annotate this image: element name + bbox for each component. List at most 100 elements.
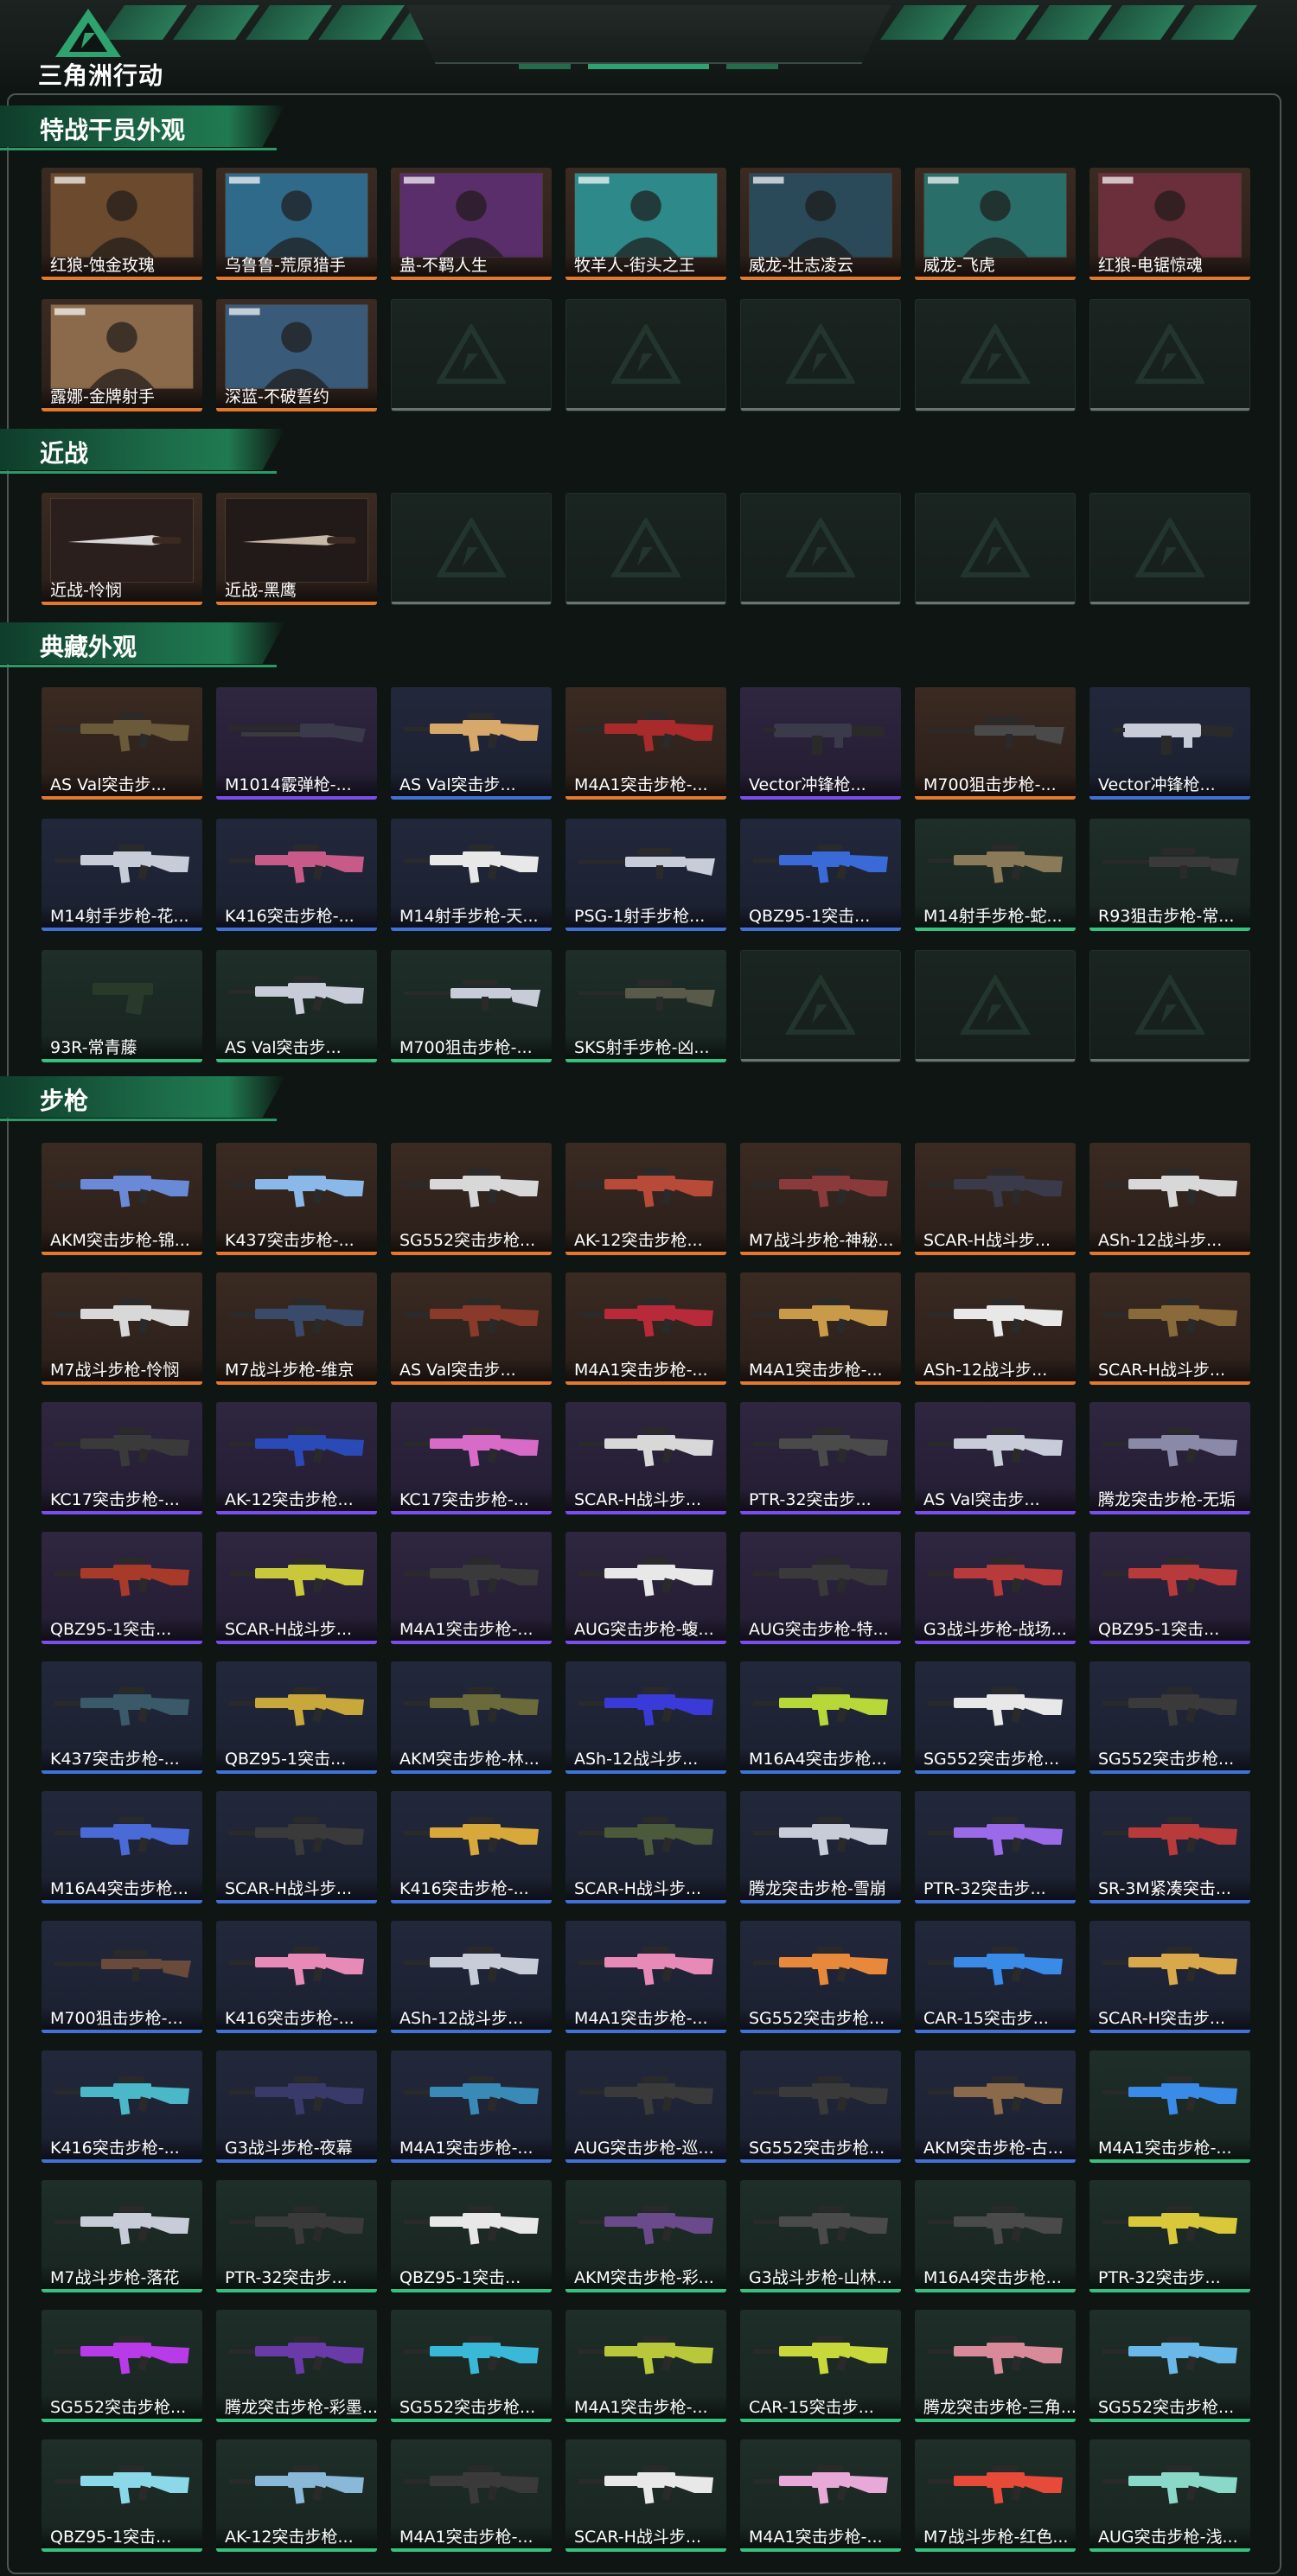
item-card[interactable]: M14射手步枪-花... bbox=[42, 819, 202, 931]
item-card[interactable]: CAR-15突击步... bbox=[915, 1921, 1076, 2033]
item-card[interactable]: 乌鲁鲁-荒原猎手 bbox=[216, 168, 377, 280]
item-card[interactable]: AKM突击步枪-锦... bbox=[42, 1143, 202, 1255]
item-card[interactable]: 深蓝-不破誓约 bbox=[216, 299, 377, 411]
item-card[interactable]: M16A4突击步枪... bbox=[740, 1661, 901, 1774]
item-card[interactable]: KC17突击步枪-... bbox=[42, 1402, 202, 1514]
item-card[interactable]: SG552突击步枪... bbox=[1089, 2310, 1250, 2422]
item-card[interactable]: M4A1突击步枪-... bbox=[391, 1532, 552, 1644]
item-card[interactable]: M4A1突击步枪-... bbox=[391, 2439, 552, 2552]
item-card[interactable]: M700狙击步枪-... bbox=[42, 1921, 202, 2033]
item-card[interactable]: M7战斗步枪-维京 bbox=[216, 1272, 377, 1385]
item-card[interactable]: 蛊-不羁人生 bbox=[391, 168, 552, 280]
item-card[interactable]: SCAR-H战斗步... bbox=[216, 1532, 377, 1644]
item-card[interactable]: AKM突击步枪-彩... bbox=[565, 2180, 726, 2292]
item-card[interactable]: QBZ95-1突击... bbox=[42, 2439, 202, 2552]
item-card[interactable]: AS Val突击步... bbox=[391, 1272, 552, 1385]
item-card[interactable]: 近战-怜悯 bbox=[42, 493, 202, 605]
item-card[interactable]: M4A1突击步枪-... bbox=[1089, 2050, 1250, 2163]
item-card[interactable]: QBZ95-1突击... bbox=[216, 1661, 377, 1774]
item-card[interactable]: 威龙-飞虎 bbox=[915, 168, 1076, 280]
item-card[interactable]: R93狙击步枪-常... bbox=[1089, 819, 1250, 931]
item-card[interactable]: QBZ95-1突击... bbox=[42, 1532, 202, 1644]
item-card[interactable]: M4A1突击步枪-... bbox=[565, 687, 726, 800]
item-card[interactable]: M700狙击步枪-... bbox=[391, 950, 552, 1062]
item-card[interactable]: M1014霰弹枪-... bbox=[216, 687, 377, 800]
item-card[interactable]: SG552突击步枪... bbox=[391, 1143, 552, 1255]
item-card[interactable]: M4A1突击步枪-... bbox=[740, 2439, 901, 2552]
item-card[interactable]: AS Val突击步... bbox=[42, 687, 202, 800]
item-card[interactable]: M7战斗步枪-落花 bbox=[42, 2180, 202, 2292]
item-card[interactable]: ASh-12战斗步... bbox=[1089, 1143, 1250, 1255]
item-card[interactable]: M4A1突击步枪-... bbox=[565, 1921, 726, 2033]
item-card[interactable]: Vector冲锋枪... bbox=[740, 687, 901, 800]
item-card[interactable]: ASh-12战斗步... bbox=[565, 1661, 726, 1774]
item-card[interactable]: 腾龙突击步枪-彩墨... bbox=[216, 2310, 377, 2422]
item-card[interactable]: PTR-32突击步... bbox=[740, 1402, 901, 1514]
item-card[interactable]: SCAR-H战斗步... bbox=[565, 2439, 726, 2552]
item-card[interactable]: ASh-12战斗步... bbox=[391, 1921, 552, 2033]
item-card[interactable]: K437突击步枪-... bbox=[216, 1143, 377, 1255]
item-card[interactable]: M700狙击步枪-... bbox=[915, 687, 1076, 800]
item-card[interactable]: K416突击步枪-... bbox=[216, 819, 377, 931]
item-card[interactable]: SCAR-H战斗步... bbox=[216, 1791, 377, 1903]
item-card[interactable]: QBZ95-1突击... bbox=[391, 2180, 552, 2292]
item-card[interactable]: AKM突击步枪-古... bbox=[915, 2050, 1076, 2163]
item-card[interactable]: M16A4突击步枪... bbox=[915, 2180, 1076, 2292]
item-card[interactable]: PSG-1射手步枪... bbox=[565, 819, 726, 931]
item-card[interactable]: AUG突击步枪-浅... bbox=[1089, 2439, 1250, 2552]
item-card[interactable]: 近战-黑鹰 bbox=[216, 493, 377, 605]
item-card[interactable]: K416突击步枪-... bbox=[391, 1791, 552, 1903]
item-card[interactable]: M4A1突击步枪-... bbox=[565, 1272, 726, 1385]
item-card[interactable]: ASh-12战斗步... bbox=[915, 1272, 1076, 1385]
item-card[interactable]: 腾龙突击步枪-无垢 bbox=[1089, 1402, 1250, 1514]
item-card[interactable]: SCAR-H战斗步... bbox=[1089, 1272, 1250, 1385]
item-card[interactable]: SG552突击步枪... bbox=[915, 1661, 1076, 1774]
item-card[interactable]: SCAR-H战斗步... bbox=[915, 1143, 1076, 1255]
item-card[interactable]: SCAR-H战斗步... bbox=[565, 1402, 726, 1514]
item-card[interactable]: G3战斗步枪-夜幕 bbox=[216, 2050, 377, 2163]
item-card[interactable]: M7战斗步枪-红色... bbox=[915, 2439, 1076, 2552]
item-card[interactable]: Vector冲锋枪... bbox=[1089, 687, 1250, 800]
item-card[interactable]: SG552突击步枪... bbox=[740, 2050, 901, 2163]
item-card[interactable]: PTR-32突击步... bbox=[915, 1791, 1076, 1903]
item-card[interactable]: M16A4突击步枪... bbox=[42, 1791, 202, 1903]
item-card[interactable]: 威龙-壮志凌云 bbox=[740, 168, 901, 280]
item-card[interactable]: QBZ95-1突击... bbox=[740, 819, 901, 931]
item-card[interactable]: 93R-常青藤 bbox=[42, 950, 202, 1062]
item-card[interactable]: KC17突击步枪-... bbox=[391, 1402, 552, 1514]
item-card[interactable]: PTR-32突击步... bbox=[1089, 2180, 1250, 2292]
item-card[interactable]: M14射手步枪-天... bbox=[391, 819, 552, 931]
item-card[interactable]: 牧羊人-街头之王 bbox=[565, 168, 726, 280]
item-card[interactable]: AK-12突击步枪... bbox=[216, 1402, 377, 1514]
item-card[interactable]: PTR-32突击步... bbox=[216, 2180, 377, 2292]
item-card[interactable]: M7战斗步枪-怜悯 bbox=[42, 1272, 202, 1385]
item-card[interactable]: K416突击步枪-... bbox=[216, 1921, 377, 2033]
item-card[interactable]: SKS射手步枪-凶... bbox=[565, 950, 726, 1062]
item-card[interactable]: 红狼-蚀金玫瑰 bbox=[42, 168, 202, 280]
item-card[interactable]: G3战斗步枪-战场... bbox=[915, 1532, 1076, 1644]
item-card[interactable]: G3战斗步枪-山林... bbox=[740, 2180, 901, 2292]
item-card[interactable]: K416突击步枪-... bbox=[42, 2050, 202, 2163]
item-card[interactable]: AK-12突击步枪... bbox=[565, 1143, 726, 1255]
item-card[interactable]: AUG突击步枪-蝮... bbox=[565, 1532, 726, 1644]
item-card[interactable]: CAR-15突击步... bbox=[740, 2310, 901, 2422]
item-card[interactable]: AS Val突击步... bbox=[391, 687, 552, 800]
item-card[interactable]: AS Val突击步... bbox=[216, 950, 377, 1062]
item-card[interactable]: K437突击步枪-... bbox=[42, 1661, 202, 1774]
item-card[interactable]: SCAR-H突击步... bbox=[1089, 1921, 1250, 2033]
item-card[interactable]: 腾龙突击步枪-三角... bbox=[915, 2310, 1076, 2422]
item-card[interactable]: SG552突击步枪... bbox=[42, 2310, 202, 2422]
item-card[interactable]: SG552突击步枪... bbox=[740, 1921, 901, 2033]
item-card[interactable]: M4A1突击步枪-... bbox=[740, 1272, 901, 1385]
item-card[interactable]: M4A1突击步枪-... bbox=[391, 2050, 552, 2163]
item-card[interactable]: SG552突击步枪... bbox=[391, 2310, 552, 2422]
item-card[interactable]: SR-3M紧凑突击... bbox=[1089, 1791, 1250, 1903]
item-card[interactable]: AK-12突击步枪... bbox=[216, 2439, 377, 2552]
item-card[interactable]: M4A1突击步枪-... bbox=[565, 2310, 726, 2422]
item-card[interactable]: M7战斗步枪-神秘... bbox=[740, 1143, 901, 1255]
item-card[interactable]: QBZ95-1突击... bbox=[1089, 1532, 1250, 1644]
item-card[interactable]: 红狼-电锯惊魂 bbox=[1089, 168, 1250, 280]
item-card[interactable]: 腾龙突击步枪-雪崩 bbox=[740, 1791, 901, 1903]
item-card[interactable]: AUG突击步枪-巡... bbox=[565, 2050, 726, 2163]
item-card[interactable]: SCAR-H战斗步... bbox=[565, 1791, 726, 1903]
